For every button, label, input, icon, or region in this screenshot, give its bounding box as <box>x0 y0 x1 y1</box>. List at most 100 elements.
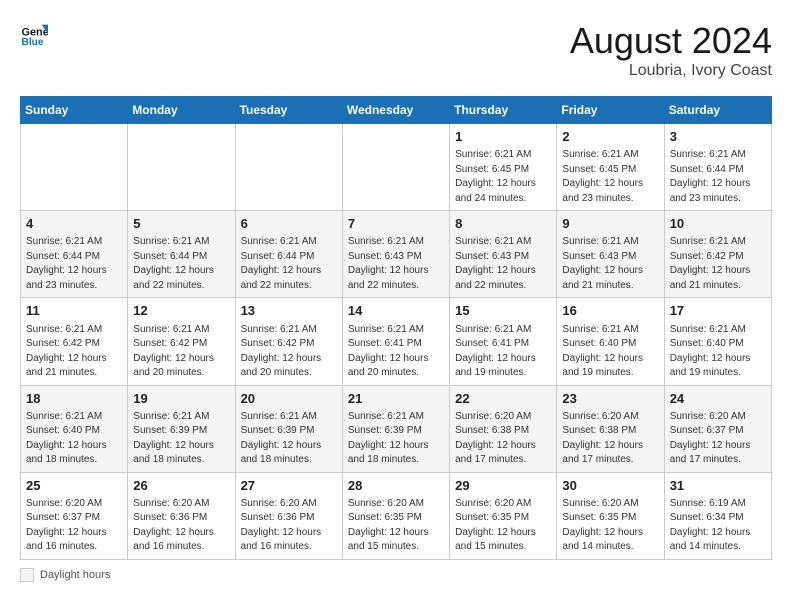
calendar-cell <box>21 124 128 211</box>
day-info: Sunrise: 6:21 AMSunset: 6:45 PMDaylight:… <box>455 148 551 206</box>
calendar-cell: 24 Sunrise: 6:20 AMSunset: 6:37 PMDayligh… <box>664 385 771 472</box>
location-title: Loubria, Ivory Coast <box>570 62 772 80</box>
day-number: 23 <box>562 390 658 408</box>
calendar-cell: 3Sunrise: 6:21 AMSunset: 6:44 PMDaylight… <box>664 124 771 211</box>
day-number: 10 <box>670 215 766 233</box>
calendar-cell <box>128 124 235 211</box>
day-number: 29 <box>455 477 551 495</box>
svg-text:Blue: Blue <box>22 37 44 48</box>
day-info: Sunrise: 6:20 AMSunset: 6:36 PMDaylight:… <box>241 497 337 555</box>
day-number: 13 <box>241 302 337 320</box>
calendar-week-row: 18 Sunrise: 6:21 AMSunset: 6:40 PMDayligh… <box>21 385 772 472</box>
day-info: Sunrise: 6:21 AMSunset: 6:42 PMDaylight:… <box>670 235 766 293</box>
day-info: Sunrise: 6:20 AMSunset: 6:37 PMDaylight:… <box>26 497 122 555</box>
day-number: 19 <box>133 390 229 408</box>
calendar-cell: 26Sunrise: 6:20 AMSunset: 6:36 PMDayligh… <box>128 472 235 559</box>
calendar-week-row: 25 Sunrise: 6:20 AMSunset: 6:37 PMDayligh… <box>21 472 772 559</box>
day-number: 31 <box>670 477 766 495</box>
calendar-cell: 8 Sunrise: 6:21 AMSunset: 6:43 PMDaylight… <box>450 211 557 298</box>
day-number: 4 <box>26 215 122 233</box>
day-info: Sunrise: 6:21 AMSunset: 6:40 PMDaylight:… <box>562 323 658 381</box>
calendar-header-thursday: Thursday <box>450 97 557 124</box>
calendar-header-friday: Friday <box>557 97 664 124</box>
calendar-header-saturday: Saturday <box>664 97 771 124</box>
calendar-cell: 4 Sunrise: 6:21 AMSunset: 6:44 PMDaylight… <box>21 211 128 298</box>
day-number: 14 <box>348 302 444 320</box>
calendar-cell: 17 Sunrise: 6:21 AMSunset: 6:40 PMDayligh… <box>664 298 771 385</box>
day-info: Sunrise: 6:20 AMSunset: 6:37 PMDaylight:… <box>670 410 766 468</box>
calendar-cell: 6 Sunrise: 6:21 AMSunset: 6:44 PMDaylight… <box>235 211 342 298</box>
day-info: Sunrise: 6:21 AMSunset: 6:41 PMDaylight:… <box>348 323 444 381</box>
calendar-cell: 12 Sunrise: 6:21 AMSunset: 6:42 PMDayligh… <box>128 298 235 385</box>
calendar-week-row: 1Sunrise: 6:21 AMSunset: 6:45 PMDaylight… <box>21 124 772 211</box>
calendar-cell: 21 Sunrise: 6:21 AMSunset: 6:39 PMDayligh… <box>342 385 449 472</box>
title-block: August 2024 Loubria, Ivory Coast <box>570 20 772 80</box>
day-number: 22 <box>455 390 551 408</box>
day-number: 6 <box>241 215 337 233</box>
day-number: 9 <box>562 215 658 233</box>
calendar-cell: 9 Sunrise: 6:21 AMSunset: 6:43 PMDaylight… <box>557 211 664 298</box>
day-info: Sunrise: 6:21 AMSunset: 6:42 PMDaylight:… <box>133 323 229 381</box>
calendar-cell: 25 Sunrise: 6:20 AMSunset: 6:37 PMDayligh… <box>21 472 128 559</box>
calendar-header-sunday: Sunday <box>21 97 128 124</box>
calendar-week-row: 4 Sunrise: 6:21 AMSunset: 6:44 PMDaylight… <box>21 211 772 298</box>
day-info: Sunrise: 6:21 AMSunset: 6:44 PMDaylight:… <box>133 235 229 293</box>
day-info: Sunrise: 6:20 AMSunset: 6:35 PMDaylight:… <box>348 497 444 555</box>
day-info: Sunrise: 6:21 AMSunset: 6:44 PMDaylight:… <box>26 235 122 293</box>
calendar-cell: 15Sunrise: 6:21 AMSunset: 6:41 PMDayligh… <box>450 298 557 385</box>
day-number: 25 <box>26 477 122 495</box>
day-number: 15 <box>455 302 551 320</box>
day-info: Sunrise: 6:21 AMSunset: 6:43 PMDaylight:… <box>562 235 658 293</box>
day-number: 8 <box>455 215 551 233</box>
calendar-header-wednesday: Wednesday <box>342 97 449 124</box>
calendar-cell: 10 Sunrise: 6:21 AMSunset: 6:42 PMDayligh… <box>664 211 771 298</box>
day-number: 28 <box>348 477 444 495</box>
logo: General Blue <box>20 20 48 48</box>
calendar-cell: 14 Sunrise: 6:21 AMSunset: 6:41 PMDayligh… <box>342 298 449 385</box>
day-info: Sunrise: 6:21 AMSunset: 6:45 PMDaylight:… <box>562 148 658 206</box>
day-number: 18 <box>26 390 122 408</box>
calendar-cell: 30 Sunrise: 6:20 AMSunset: 6:35 PMDayligh… <box>557 472 664 559</box>
day-info: Sunrise: 6:21 AMSunset: 6:43 PMDaylight:… <box>455 235 551 293</box>
day-number: 7 <box>348 215 444 233</box>
day-info: Sunrise: 6:21 AMSunset: 6:39 PMDaylight:… <box>348 410 444 468</box>
calendar-cell: 11Sunrise: 6:21 AMSunset: 6:42 PMDayligh… <box>21 298 128 385</box>
day-info: Sunrise: 6:21 AMSunset: 6:44 PMDaylight:… <box>670 148 766 206</box>
calendar-header-row: SundayMondayTuesdayWednesdayThursdayFrid… <box>21 97 772 124</box>
calendar-cell: 7Sunrise: 6:21 AMSunset: 6:43 PMDaylight… <box>342 211 449 298</box>
month-title: August 2024 <box>570 20 772 62</box>
calendar-cell: 13 Sunrise: 6:21 AMSunset: 6:42 PMDayligh… <box>235 298 342 385</box>
calendar-week-row: 11Sunrise: 6:21 AMSunset: 6:42 PMDayligh… <box>21 298 772 385</box>
day-number: 21 <box>348 390 444 408</box>
day-info: Sunrise: 6:21 AMSunset: 6:40 PMDaylight:… <box>670 323 766 381</box>
calendar-cell: 2Sunrise: 6:21 AMSunset: 6:45 PMDaylight… <box>557 124 664 211</box>
calendar-cell: 19Sunrise: 6:21 AMSunset: 6:39 PMDayligh… <box>128 385 235 472</box>
day-info: Sunrise: 6:21 AMSunset: 6:39 PMDaylight:… <box>241 410 337 468</box>
day-number: 20 <box>241 390 337 408</box>
calendar-cell <box>235 124 342 211</box>
day-number: 17 <box>670 302 766 320</box>
day-info: Sunrise: 6:20 AMSunset: 6:35 PMDaylight:… <box>455 497 551 555</box>
day-info: Sunrise: 6:21 AMSunset: 6:42 PMDaylight:… <box>26 323 122 381</box>
calendar-header-tuesday: Tuesday <box>235 97 342 124</box>
calendar-table: SundayMondayTuesdayWednesdayThursdayFrid… <box>20 96 772 560</box>
day-number: 24 <box>670 390 766 408</box>
day-info: Sunrise: 6:21 AMSunset: 6:42 PMDaylight:… <box>241 323 337 381</box>
day-number: 12 <box>133 302 229 320</box>
calendar-cell: 5 Sunrise: 6:21 AMSunset: 6:44 PMDaylight… <box>128 211 235 298</box>
calendar-header-monday: Monday <box>128 97 235 124</box>
footer: Daylight hours <box>20 568 772 582</box>
day-number: 5 <box>133 215 229 233</box>
day-info: Sunrise: 6:19 AMSunset: 6:34 PMDaylight:… <box>670 497 766 555</box>
calendar-cell: 27 Sunrise: 6:20 AMSunset: 6:36 PMDayligh… <box>235 472 342 559</box>
day-info: Sunrise: 6:21 AMSunset: 6:40 PMDaylight:… <box>26 410 122 468</box>
day-number: 30 <box>562 477 658 495</box>
daylight-label: Daylight hours <box>40 569 110 581</box>
calendar-cell <box>342 124 449 211</box>
day-info: Sunrise: 6:20 AMSunset: 6:35 PMDaylight:… <box>562 497 658 555</box>
calendar-cell: 23Sunrise: 6:20 AMSunset: 6:38 PMDayligh… <box>557 385 664 472</box>
day-number: 27 <box>241 477 337 495</box>
calendar-cell: 20 Sunrise: 6:21 AMSunset: 6:39 PMDayligh… <box>235 385 342 472</box>
day-info: Sunrise: 6:21 AMSunset: 6:44 PMDaylight:… <box>241 235 337 293</box>
calendar-cell: 31 Sunrise: 6:19 AMSunset: 6:34 PMDayligh… <box>664 472 771 559</box>
